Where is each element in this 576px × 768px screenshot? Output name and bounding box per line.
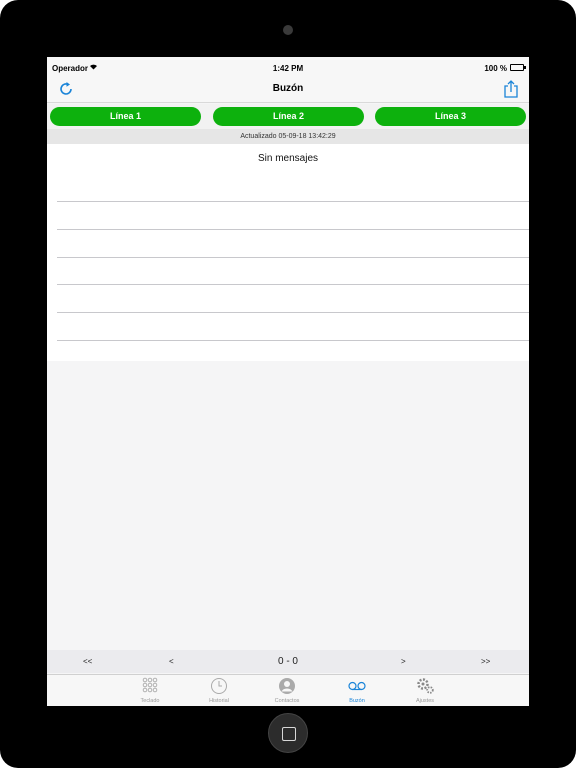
- message-list[interactable]: Sin mensajes: [47, 144, 529, 361]
- contacts-icon: [277, 677, 297, 695]
- updated-timestamp: Actualizado 05-09-18 13:42:29: [47, 129, 529, 144]
- tab-bar: Teclado Historial Contactos Buzón Ajuste…: [47, 674, 529, 706]
- tab-label: Historial: [209, 698, 229, 704]
- status-time: 1:42 PM: [272, 64, 304, 73]
- tab-history[interactable]: Historial: [189, 677, 249, 706]
- app-screen: Operador 1:42 PM 100 % Buzón Línea 1 Lín…: [47, 57, 529, 706]
- next-page-button[interactable]: >: [401, 657, 406, 666]
- tab-voicemail[interactable]: Buzón: [327, 677, 387, 706]
- gears-icon: [415, 677, 435, 695]
- battery-icon: [510, 64, 526, 71]
- tab-label: Buzón: [349, 698, 365, 704]
- empty-message: Sin mensajes: [257, 153, 319, 164]
- tab-label: Ajustes: [415, 698, 435, 704]
- row-divider: [57, 312, 529, 313]
- keypad-icon: [140, 677, 160, 695]
- row-divider: [57, 201, 529, 202]
- tab-label: Contactos: [274, 698, 300, 704]
- row-divider: [57, 284, 529, 285]
- tab-keypad[interactable]: Teclado: [120, 677, 180, 706]
- row-divider: [57, 340, 529, 341]
- row-divider: [57, 257, 529, 258]
- row-divider: [57, 229, 529, 230]
- status-bar: Operador 1:42 PM 100 %: [47, 57, 529, 77]
- line-selector: Línea 1 Línea 2 Línea 3: [47, 104, 529, 129]
- line-1-button[interactable]: Línea 1: [50, 107, 201, 126]
- page-title: Buzón: [272, 83, 304, 94]
- tab-settings[interactable]: Ajustes: [395, 677, 455, 706]
- line-3-button[interactable]: Línea 3: [375, 107, 526, 126]
- tab-contacts[interactable]: Contactos: [257, 677, 317, 706]
- home-square-icon: [282, 727, 296, 741]
- home-button[interactable]: [268, 713, 308, 753]
- camera: [283, 25, 293, 35]
- pagination-bar: << < 0 - 0 > >>: [47, 650, 529, 673]
- voicemail-icon: [347, 677, 367, 695]
- line-2-button[interactable]: Línea 2: [213, 107, 364, 126]
- tab-label: Teclado: [140, 698, 160, 704]
- last-page-button[interactable]: >>: [481, 657, 490, 666]
- ipad-frame: Operador 1:42 PM 100 % Buzón Línea 1 Lín…: [0, 0, 576, 768]
- battery-percent: 100 %: [484, 64, 507, 73]
- page-range: 0 - 0: [277, 656, 298, 667]
- share-icon[interactable]: [503, 79, 519, 99]
- navigation-bar: Buzón: [47, 77, 529, 103]
- clock-icon: [209, 677, 229, 695]
